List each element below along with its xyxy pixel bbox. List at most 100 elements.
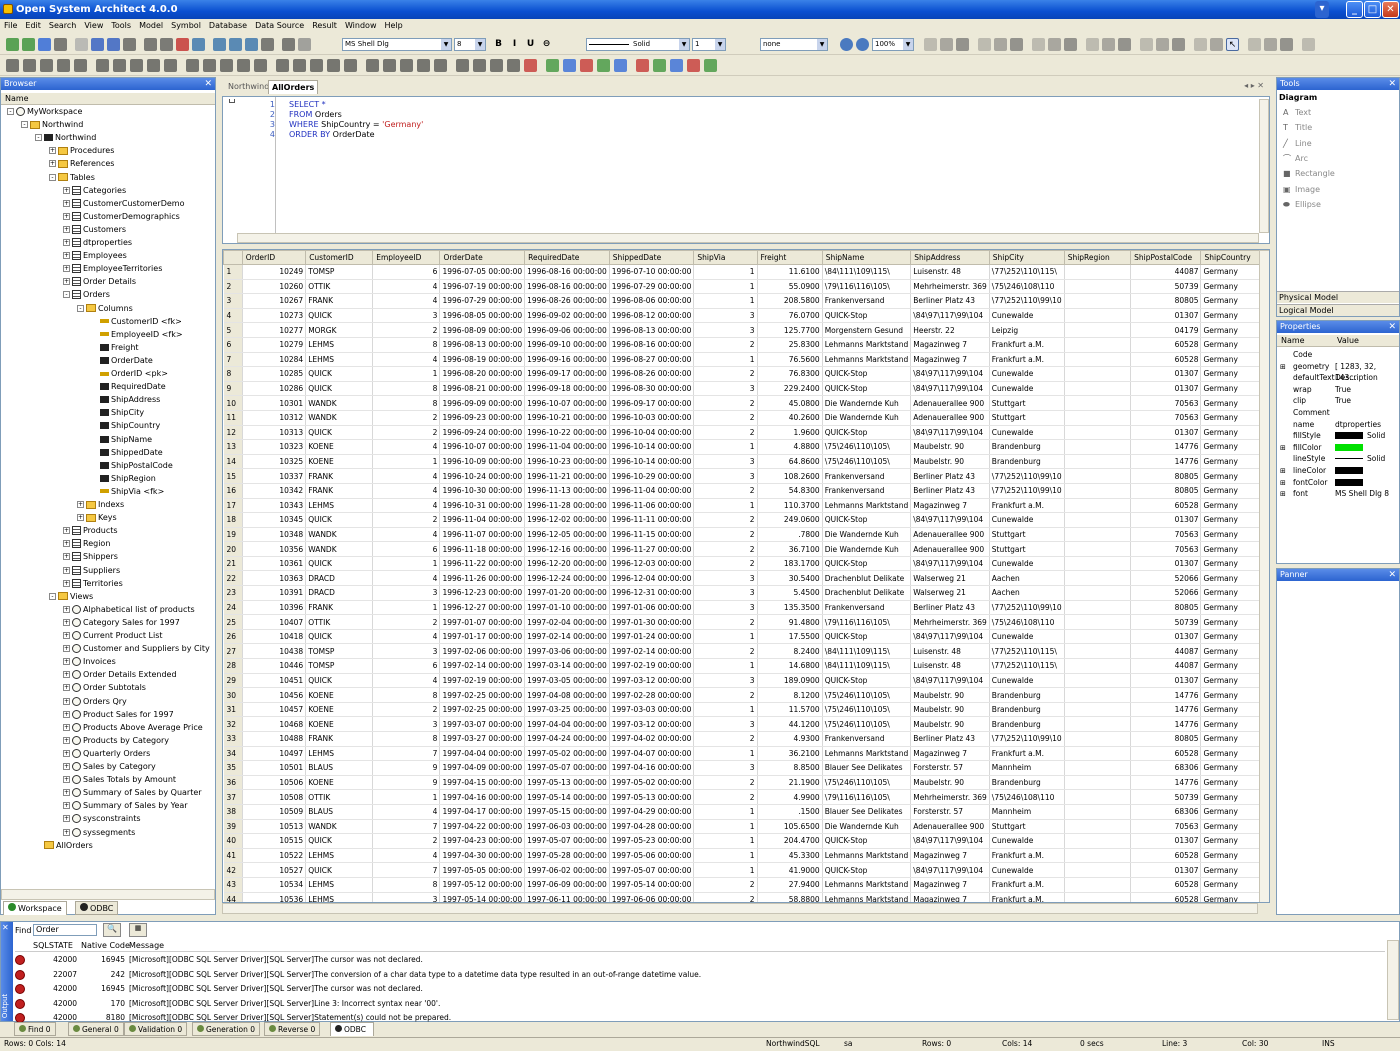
grid-cell[interactable]: [1064, 483, 1132, 499]
grid-cell[interactable]: 1: [372, 556, 441, 572]
grid-cell[interactable]: LEHMS: [305, 848, 374, 864]
row-number[interactable]: 25: [223, 614, 243, 630]
table-row[interactable]: 1 10249 TOMSP 6 1996-07-05 00:00:00 1996-08-1…: [223, 264, 1269, 280]
grid-col-header[interactable]: CustomerID: [305, 250, 374, 265]
property-row[interactable]: ⊞ fontColor: [1277, 477, 1399, 488]
grid-cell[interactable]: Adenauerallee 900: [910, 541, 990, 557]
grid-col-header[interactable]: OrderID: [241, 250, 307, 265]
collapse-icon[interactable]: -: [35, 134, 42, 142]
grid-cell[interactable]: [1064, 673, 1132, 689]
grid-cell[interactable]: .1500: [757, 804, 823, 820]
grid-cell[interactable]: 04179: [1130, 322, 1202, 338]
grid-cell[interactable]: 10279: [242, 337, 307, 353]
grid-cell[interactable]: 1: [372, 600, 441, 616]
grid-cell[interactable]: LEHMS: [305, 877, 374, 893]
grid-cell[interactable]: \84\97\117\99\104: [910, 673, 990, 689]
table-row[interactable]: 17 10343 LEHMS 4 1996-10-31 00:00:00 1996-11-…: [223, 498, 1269, 514]
grid-cell[interactable]: [1064, 892, 1132, 902]
grid-cell[interactable]: 01307: [1130, 425, 1202, 441]
tree-node[interactable]: + Procedures: [49, 145, 114, 157]
grid-hscrollbar[interactable]: [222, 903, 1258, 914]
grid-cell[interactable]: KOENE: [305, 702, 374, 718]
grid-cell[interactable]: 1997-03-07 00:00:00: [439, 716, 526, 732]
table-row[interactable]: 39 10513 WANDK 7 1997-04-22 00:00:00 1997-06-…: [223, 819, 1269, 835]
grid-cell[interactable]: BLAUS: [305, 804, 374, 820]
table-row[interactable]: 31 10457 KOENE 2 1997-02-25 00:00:00 1997-03-…: [223, 702, 1269, 718]
grid-cell[interactable]: 2: [693, 483, 758, 499]
grid-cell[interactable]: OTTIK: [305, 789, 374, 805]
expand-icon[interactable]: +: [63, 632, 70, 639]
grid-cell[interactable]: 1996-10-04 00:00:00: [609, 425, 695, 441]
collapse-icon[interactable]: -: [49, 592, 56, 600]
grid-cell[interactable]: 3: [372, 892, 441, 902]
tree-node[interactable]: + Keys: [77, 512, 117, 524]
row-number[interactable]: 16: [223, 483, 243, 499]
tree-node[interactable]: + EmployeeTerritories: [63, 263, 162, 275]
grid-cell[interactable]: 10527: [242, 862, 307, 878]
grid-cell[interactable]: 10285: [242, 366, 307, 382]
expand-icon[interactable]: +: [63, 225, 70, 233]
grid-cell[interactable]: 4: [372, 629, 441, 645]
zoom-in-icon[interactable]: [840, 38, 853, 51]
grid-cell[interactable]: \77\252\110\99\10: [989, 468, 1065, 484]
grid-cell[interactable]: 1996-11-04 00:00:00: [609, 483, 695, 499]
grid-cell[interactable]: 1997-02-28 00:00:00: [609, 687, 695, 703]
property-row[interactable]: Comment: [1277, 407, 1399, 418]
close-icon[interactable]: ✕: [1388, 321, 1396, 333]
grid-cell[interactable]: 1997-06-06 00:00:00: [609, 892, 695, 902]
grid-cell[interactable]: [1064, 629, 1132, 645]
tab-northwind[interactable]: Northwind: [228, 82, 269, 91]
grid-cell[interactable]: 10343: [242, 498, 307, 514]
grid-cell[interactable]: 10337: [242, 468, 307, 484]
table-row[interactable]: 27 10438 TOMSP 3 1997-02-06 00:00:00 1997-03-…: [223, 643, 1269, 660]
tab-output-4[interactable]: Reverse 0: [264, 1022, 321, 1036]
toolbar-button-icon[interactable]: [456, 59, 469, 72]
expand-icon[interactable]: +: [63, 553, 70, 561]
grid-cell[interactable]: 4.9900: [757, 789, 823, 805]
grid-cell[interactable]: 60528: [1130, 848, 1202, 864]
toolbar-button-icon[interactable]: [23, 59, 36, 72]
toolbar-button-icon[interactable]: [261, 38, 274, 51]
grid-cell[interactable]: FRANK: [305, 293, 374, 309]
row-number[interactable]: 42: [223, 862, 243, 878]
toolbar-button-icon[interactable]: [653, 59, 666, 72]
row-number[interactable]: 2: [223, 279, 243, 295]
grid-cell[interactable]: [1064, 687, 1132, 703]
grid-cell[interactable]: Maubelstr. 90: [910, 439, 990, 455]
grid-cell[interactable]: Frankenversand: [822, 468, 912, 484]
tree-node[interactable]: + Summary of Sales by Quarter: [63, 787, 202, 799]
grid-cell[interactable]: 10497: [242, 746, 307, 762]
tree-node[interactable]: AllOrders: [35, 840, 93, 852]
grid-cell[interactable]: QUICK: [305, 556, 374, 572]
tree-node[interactable]: - Views: [49, 591, 93, 603]
grid-cell[interactable]: 2: [693, 892, 758, 902]
grid-cell[interactable]: [1064, 819, 1132, 835]
grid-cell[interactable]: 10356: [242, 541, 307, 557]
grid-cell[interactable]: 2: [693, 512, 758, 528]
grid-cell[interactable]: Die Wandernde Kuh: [822, 410, 912, 426]
grid-cell[interactable]: QUICK: [305, 308, 374, 324]
grid-cell[interactable]: 1996-11-04 00:00:00: [524, 439, 610, 455]
find-options-button[interactable]: ▦: [129, 923, 147, 937]
toolbar-button-icon[interactable]: [192, 38, 205, 51]
grid-cell[interactable]: [1064, 293, 1132, 309]
toolbar-button-icon[interactable]: [213, 38, 226, 51]
grid-cell[interactable]: 3: [693, 570, 758, 587]
grid-cell[interactable]: \84\97\117\99\104: [910, 833, 990, 849]
table-row[interactable]: 33 10488 FRANK 8 1997-03-27 00:00:00 1997-04-…: [223, 731, 1269, 747]
table-row[interactable]: 41 10522 LEHMS 4 1997-04-30 00:00:00 1997-05-…: [223, 848, 1269, 864]
grid-col-header[interactable]: EmployeeID: [372, 250, 441, 265]
grid-cell[interactable]: Walserweg 21: [910, 570, 990, 587]
row-number[interactable]: 7: [223, 352, 243, 368]
minimize-button[interactable]: _: [1346, 1, 1363, 18]
toolbar-button-icon[interactable]: [924, 38, 937, 51]
grid-cell[interactable]: 10323: [242, 439, 307, 455]
grid-cell[interactable]: 01307: [1130, 381, 1202, 397]
grid-cell[interactable]: 01307: [1130, 512, 1202, 528]
grid-cell[interactable]: \77\252\110\99\10: [989, 293, 1065, 309]
row-number[interactable]: 23: [223, 585, 243, 601]
grid-cell[interactable]: Berliner Platz 43: [910, 293, 990, 309]
grid-cell[interactable]: 4.8800: [757, 439, 823, 455]
property-row[interactable]: ⊞ lineColor: [1277, 465, 1399, 476]
grid-cell[interactable]: [1064, 600, 1132, 616]
